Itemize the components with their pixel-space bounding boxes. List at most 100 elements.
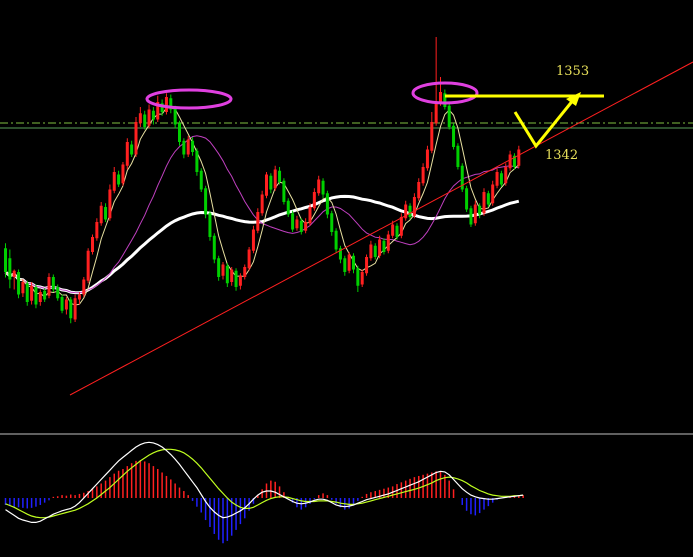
candle: [247, 247, 251, 271]
candle-body: [191, 140, 195, 152]
candle-body: [73, 298, 77, 320]
candle-body: [478, 205, 482, 215]
candle-body: [38, 292, 42, 302]
candle-body: [491, 184, 495, 204]
candle: [273, 165, 277, 191]
candle: [425, 145, 429, 171]
candle: [8, 249, 12, 289]
candle: [86, 248, 90, 284]
candle-body: [69, 299, 73, 319]
support-price-label: 1342: [545, 148, 579, 163]
candle: [469, 205, 473, 227]
candle-body: [199, 170, 203, 190]
candle-body: [82, 279, 86, 295]
candle: [95, 218, 99, 241]
candle-body: [291, 213, 295, 230]
candle-body: [208, 213, 212, 237]
candle: [452, 123, 456, 150]
candle: [378, 235, 382, 259]
candle: [34, 284, 38, 309]
candle-body: [325, 193, 329, 215]
candle-body: [212, 235, 216, 260]
candle: [138, 107, 142, 127]
candle-body: [269, 175, 273, 190]
candle-body: [138, 113, 142, 124]
candle-body: [360, 272, 364, 285]
candle-body: [21, 282, 25, 294]
candle-body: [256, 212, 260, 231]
candle: [317, 175, 321, 196]
candle: [417, 178, 421, 201]
candle-body: [343, 258, 347, 272]
candle-body: [447, 105, 451, 127]
candle: [408, 203, 412, 220]
candle: [134, 117, 138, 157]
candle-body: [243, 267, 247, 277]
candle-body: [60, 297, 64, 311]
candle-body: [178, 123, 181, 142]
candle-body: [104, 207, 108, 220]
candle: [282, 178, 286, 205]
candle: [430, 112, 434, 154]
candle-body: [230, 269, 234, 282]
candle: [356, 265, 360, 292]
candle: [60, 294, 64, 314]
candle-body: [352, 255, 355, 270]
candle-body: [382, 240, 386, 252]
candle: [217, 255, 221, 281]
candle-body: [204, 188, 208, 215]
candle: [369, 240, 373, 261]
candle-body: [286, 200, 290, 215]
candle: [382, 238, 386, 255]
candle-body: [334, 230, 338, 250]
candle-body: [108, 189, 112, 219]
candle-body: [143, 114, 147, 127]
candle-body: [365, 257, 369, 274]
candle: [386, 230, 390, 254]
candle: [265, 172, 268, 199]
candle-body: [25, 283, 29, 302]
candle-body: [260, 194, 264, 214]
candle: [304, 218, 308, 234]
candle-body: [30, 285, 34, 301]
candle: [43, 288, 47, 302]
candle: [147, 104, 151, 129]
candle-body: [273, 169, 277, 189]
candle-body: [99, 205, 103, 224]
candle-body: [469, 208, 473, 225]
candle: [47, 273, 51, 299]
candle: [199, 168, 203, 192]
candle-body: [330, 213, 334, 232]
candle-body: [508, 154, 512, 169]
candle-body: [391, 224, 395, 236]
candle-body: [295, 219, 299, 229]
candle-body: [321, 180, 325, 195]
candle-body: [399, 217, 403, 236]
candlestick-chart: [0, 37, 693, 544]
candle-body: [51, 277, 55, 290]
candle-body: [356, 268, 360, 286]
candle-body: [408, 205, 412, 217]
candle-body: [430, 122, 434, 151]
candle-body: [225, 265, 229, 284]
candle: [51, 274, 55, 292]
candle-body: [308, 207, 312, 224]
candle: [482, 188, 486, 216]
candle-body: [499, 173, 503, 185]
candle: [164, 93, 168, 115]
candle-body: [56, 287, 60, 299]
candle-body: [8, 258, 12, 280]
candle: [178, 120, 181, 146]
candle: [112, 167, 116, 194]
candle: [173, 105, 177, 129]
candle-body: [486, 193, 490, 205]
candle: [325, 190, 329, 219]
candle-body: [434, 102, 438, 124]
candle: [365, 254, 369, 276]
candle-body: [299, 220, 303, 232]
candle: [321, 178, 325, 199]
candle-body: [125, 142, 129, 166]
candle-body: [412, 197, 416, 216]
candle: [312, 188, 316, 211]
candle: [169, 94, 173, 114]
